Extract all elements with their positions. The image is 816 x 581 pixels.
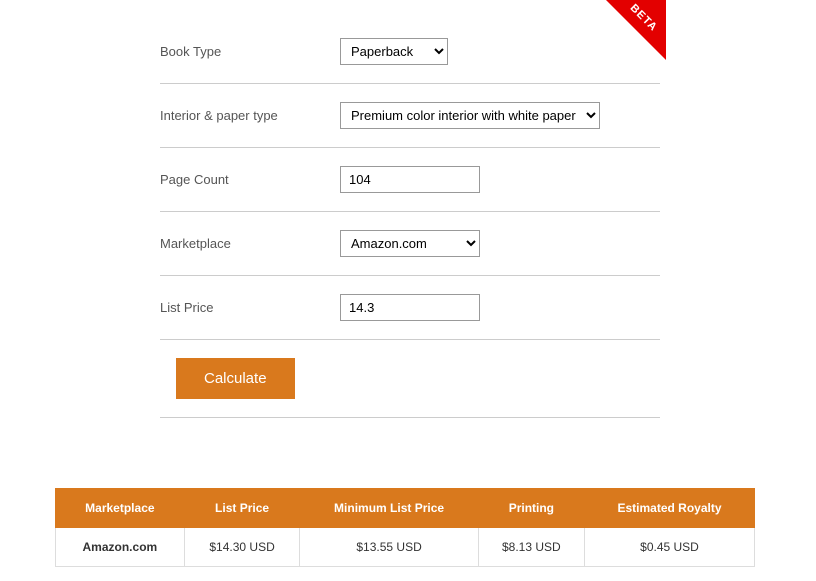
book-type-select[interactable]: Paperback <box>340 38 448 65</box>
table-row: Amazon.com $14.30 USD $13.55 USD $8.13 U… <box>56 528 755 567</box>
page-count-input[interactable] <box>340 166 480 193</box>
results-header-royalty: Estimated Royalty <box>585 489 755 528</box>
page-count-row: Page Count <box>160 148 660 212</box>
calculate-row: Calculate <box>160 340 660 418</box>
results-table: Marketplace List Price Minimum List Pric… <box>55 488 755 567</box>
results-header-marketplace: Marketplace <box>56 489 185 528</box>
book-type-row: Book Type Paperback <box>160 20 660 84</box>
cell-royalty: $0.45 USD <box>585 528 755 567</box>
list-price-label: List Price <box>160 300 340 315</box>
interior-type-select[interactable]: Premium color interior with white paper <box>340 102 600 129</box>
marketplace-select[interactable]: Amazon.com <box>340 230 480 257</box>
calculate-button[interactable]: Calculate <box>176 358 295 399</box>
list-price-input[interactable] <box>340 294 480 321</box>
marketplace-label: Marketplace <box>160 236 340 251</box>
results-header-min-list-price: Minimum List Price <box>300 489 478 528</box>
results-header-list-price: List Price <box>184 489 300 528</box>
cell-list-price: $14.30 USD <box>184 528 300 567</box>
book-type-label: Book Type <box>160 44 340 59</box>
results-header-printing: Printing <box>478 489 584 528</box>
list-price-row: List Price <box>160 276 660 340</box>
interior-type-label: Interior & paper type <box>160 108 340 123</box>
page-count-label: Page Count <box>160 172 340 187</box>
cell-printing: $8.13 USD <box>478 528 584 567</box>
cell-min-list-price: $13.55 USD <box>300 528 478 567</box>
calculator-form: Book Type Paperback Interior & paper typ… <box>160 0 660 418</box>
marketplace-row: Marketplace Amazon.com <box>160 212 660 276</box>
interior-type-row: Interior & paper type Premium color inte… <box>160 84 660 148</box>
cell-marketplace: Amazon.com <box>56 528 185 567</box>
